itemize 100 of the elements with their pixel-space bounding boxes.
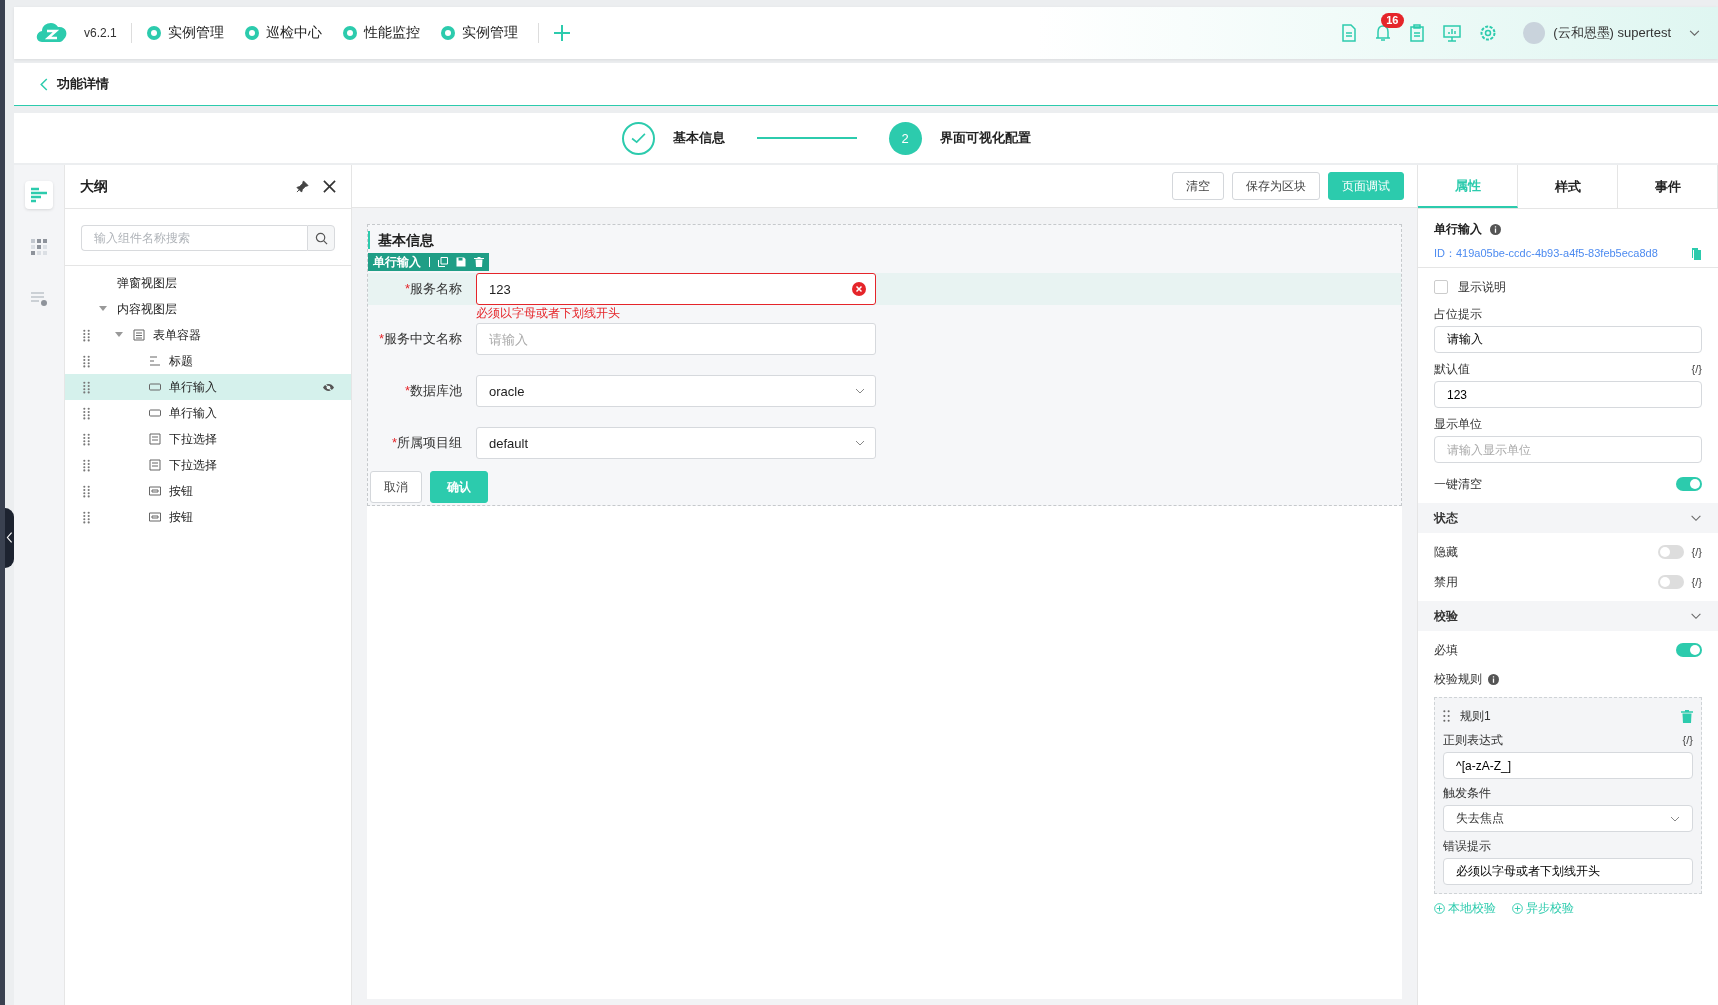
drag-handle-icon[interactable] bbox=[83, 328, 90, 342]
caret-icon[interactable] bbox=[115, 332, 123, 338]
search-icon[interactable] bbox=[314, 231, 328, 245]
error-icon[interactable] bbox=[852, 282, 866, 296]
checkbox[interactable] bbox=[1434, 280, 1448, 294]
nav-link[interactable]: 性能监控 bbox=[341, 24, 420, 42]
copy-icon[interactable] bbox=[1692, 247, 1702, 260]
version-label: v6.2.1 bbox=[84, 26, 117, 40]
selection-label: 单行输入 bbox=[373, 253, 421, 271]
grid-icon[interactable] bbox=[30, 238, 48, 256]
ring-icon[interactable] bbox=[243, 25, 260, 41]
drag-handle-icon[interactable] bbox=[83, 380, 90, 394]
ring-icon[interactable] bbox=[341, 25, 358, 41]
tree-item[interactable]: 下拉选择 bbox=[65, 452, 351, 478]
chevron-down-icon[interactable] bbox=[855, 388, 865, 394]
info-icon[interactable] bbox=[1488, 673, 1499, 685]
drag-handle-icon[interactable] bbox=[83, 458, 90, 472]
tree-item[interactable]: 下拉选择 bbox=[65, 426, 351, 452]
tree-item[interactable]: 表单容器 bbox=[65, 322, 351, 348]
list-icon bbox=[149, 433, 161, 445]
caret-icon[interactable] bbox=[99, 306, 107, 312]
search-field[interactable]: 输入组件名称搜索 bbox=[81, 225, 307, 251]
copy-icon[interactable] bbox=[438, 257, 448, 267]
plus-circle-icon[interactable] bbox=[1434, 903, 1445, 914]
collapse-handle[interactable] bbox=[5, 507, 14, 568]
ring-icon[interactable] bbox=[145, 25, 162, 41]
nav-link[interactable]: 实例管理 bbox=[145, 24, 224, 42]
chevron-down-icon[interactable] bbox=[855, 440, 865, 446]
property-label: 必填 bbox=[1434, 641, 1458, 659]
text-field[interactable]: 123 bbox=[476, 273, 876, 305]
toggle-switch[interactable] bbox=[1676, 643, 1702, 657]
tree-item[interactable]: 标题 bbox=[65, 348, 351, 374]
inspector-tab[interactable]: 样式 bbox=[1518, 165, 1618, 208]
property-field[interactable]: 必须以字母或者下划线开头 bbox=[1443, 858, 1693, 885]
search-button[interactable] bbox=[307, 225, 335, 251]
section-header[interactable]: 状态 bbox=[1418, 503, 1718, 533]
select-field[interactable]: oracle bbox=[476, 375, 876, 407]
toggle-switch[interactable] bbox=[1657, 545, 1684, 559]
tree-item[interactable]: 内容视图层 bbox=[65, 296, 351, 322]
inspector-tab[interactable]: 事件 bbox=[1618, 165, 1718, 208]
bell-icon[interactable] bbox=[1375, 24, 1392, 42]
monitor-icon[interactable] bbox=[1443, 24, 1462, 42]
tree-item[interactable]: 单行输入 bbox=[65, 400, 351, 426]
drag-handle-icon[interactable] bbox=[83, 354, 90, 368]
document-icon[interactable] bbox=[1341, 24, 1358, 42]
binding-toggle[interactable]: {/} bbox=[1691, 363, 1702, 375]
toggle-switch[interactable] bbox=[1676, 477, 1702, 491]
chevron-icon[interactable] bbox=[1690, 514, 1702, 522]
outline-icon[interactable] bbox=[30, 187, 48, 203]
property-field[interactable]: 123 bbox=[1434, 381, 1702, 408]
drag-handle-icon[interactable] bbox=[83, 510, 90, 524]
info-icon[interactable] bbox=[1490, 224, 1501, 235]
nav-link[interactable]: 巡检中心 bbox=[243, 24, 322, 42]
binding-toggle[interactable]: {/} bbox=[1682, 734, 1693, 746]
save-icon[interactable] bbox=[456, 257, 466, 267]
user-name[interactable]: (云和恩墨) supertest bbox=[1553, 24, 1671, 42]
drag-handle-icon[interactable] bbox=[83, 406, 90, 420]
trash-icon[interactable] bbox=[474, 257, 484, 267]
toolbar-button[interactable]: 保存为区块 bbox=[1232, 172, 1320, 200]
drag-handle-icon[interactable] bbox=[1443, 710, 1450, 722]
property-field[interactable]: ^[a-zA-Z_] bbox=[1443, 752, 1693, 779]
binding-toggle[interactable]: {/} bbox=[1691, 546, 1702, 558]
trash-icon[interactable] bbox=[1681, 709, 1693, 723]
text-field[interactable]: 请输入 bbox=[476, 323, 876, 355]
chevron-icon[interactable] bbox=[1690, 612, 1702, 620]
step-label: 基本信息 bbox=[672, 129, 725, 147]
panel-title: 大纲 bbox=[80, 177, 108, 196]
clipboard-icon[interactable] bbox=[1409, 24, 1426, 42]
input-icon bbox=[149, 382, 161, 392]
toggle-switch[interactable] bbox=[1657, 575, 1684, 589]
form-button[interactable]: 取消 bbox=[370, 471, 422, 503]
tree-item[interactable]: 弹窗视图层 bbox=[65, 270, 351, 296]
rail-tab[interactable] bbox=[25, 181, 53, 209]
field-label: *所属项目组 bbox=[390, 434, 463, 452]
settings-icon[interactable] bbox=[1479, 24, 1498, 42]
property-label: 占位提示 bbox=[1434, 305, 1482, 323]
property-field[interactable]: 请输入 bbox=[1434, 326, 1702, 353]
eye-off-icon[interactable] bbox=[322, 381, 335, 393]
list-settings-icon[interactable] bbox=[30, 291, 48, 307]
select-field[interactable]: default bbox=[476, 427, 876, 459]
close-icon[interactable] bbox=[323, 180, 336, 193]
back-icon[interactable] bbox=[40, 77, 48, 91]
plus-circle-icon[interactable] bbox=[1512, 903, 1523, 914]
drag-handle-icon[interactable] bbox=[83, 484, 90, 498]
form-container[interactable]: 基本信息 单行输入 *服务名称 123 必须以字母或者下划线开头 *服务中文名称 请输入 *数据库池 oracle *所属项目组 default 取消 确认 bbox=[367, 224, 1402, 506]
add-icon[interactable] bbox=[552, 24, 571, 42]
caret-icon[interactable] bbox=[1689, 29, 1700, 37]
nav-link[interactable]: 实例管理 bbox=[439, 24, 518, 42]
toolbar-button[interactable]: 清空 bbox=[1172, 172, 1224, 200]
property-field[interactable]: 请输入显示单位 bbox=[1434, 436, 1702, 463]
pin-icon[interactable] bbox=[296, 180, 309, 193]
tree-item[interactable]: 单行输入 bbox=[65, 374, 351, 400]
section-header[interactable]: 校验 bbox=[1418, 601, 1718, 631]
ring-icon[interactable] bbox=[439, 25, 456, 41]
binding-toggle[interactable]: {/} bbox=[1691, 576, 1702, 588]
drag-handle-icon[interactable] bbox=[83, 432, 90, 446]
chevron-down-icon[interactable] bbox=[1670, 815, 1680, 822]
tree-item[interactable]: 按钮 bbox=[65, 504, 351, 530]
tree-item[interactable]: 按钮 bbox=[65, 478, 351, 504]
select-field[interactable]: 失去焦点 bbox=[1443, 805, 1693, 832]
